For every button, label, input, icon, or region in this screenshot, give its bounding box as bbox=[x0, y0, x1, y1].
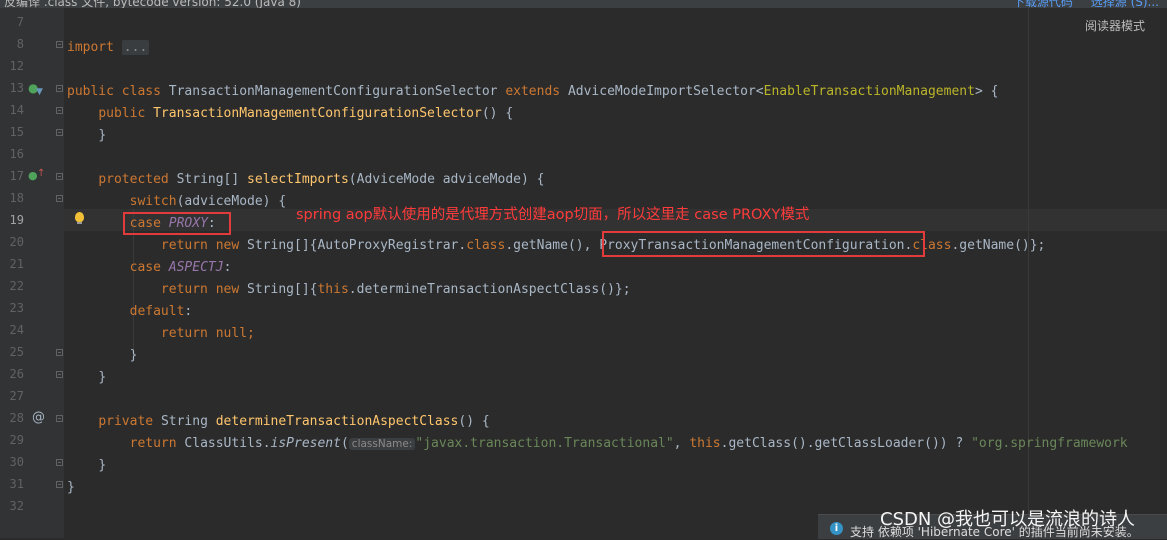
line-number: 8 bbox=[16, 37, 24, 51]
code-line-31: } bbox=[67, 480, 75, 495]
fold-marker[interactable] bbox=[56, 85, 63, 92]
highlight-box-proxy-config bbox=[602, 231, 925, 257]
code-line-25: } bbox=[129, 348, 138, 363]
line-number: 27 bbox=[9, 389, 24, 403]
reader-mode-toggle[interactable]: 阅读器模式 bbox=[1085, 17, 1145, 34]
line-number: 14 bbox=[9, 103, 24, 117]
line-number: 19 bbox=[9, 213, 24, 227]
annotation-at-icon[interactable]: @ bbox=[32, 407, 45, 429]
decompiled-note: 反编译 .class 文件, bytecode version: 52.0 (J… bbox=[4, 0, 301, 8]
annotation-text: spring aop默认使用的是代理方式创建aop切面，所以这里走 case P… bbox=[296, 207, 810, 223]
csdn-watermark: CSDN @我也可以是流浪的诗人 bbox=[880, 509, 1136, 530]
line-number: 23 bbox=[9, 301, 24, 315]
banner-links: 下载源代码 选择源 (S)... bbox=[999, 0, 1159, 8]
line-number: 24 bbox=[9, 323, 24, 337]
code-line-28: private String determineTransactionAspec… bbox=[98, 414, 490, 429]
fold-marker[interactable] bbox=[56, 41, 63, 48]
line-number: 22 bbox=[9, 279, 24, 293]
line-number: 32 bbox=[9, 499, 24, 513]
line-number: 25 bbox=[9, 345, 24, 359]
line-number: 18 bbox=[9, 191, 24, 205]
code-line-30: } bbox=[98, 458, 107, 473]
code-line-8: import ... bbox=[67, 40, 150, 55]
code-line-17: protected String[] selectImports(AdviceM… bbox=[98, 172, 545, 187]
line-number: 28 bbox=[9, 411, 24, 425]
code-line-24: return null; bbox=[160, 326, 255, 341]
line-number: 13 bbox=[9, 81, 24, 95]
line-number: 16 bbox=[9, 147, 24, 161]
fold-marker[interactable] bbox=[56, 107, 63, 114]
line-number: 15 bbox=[9, 125, 24, 139]
line-number: 17 bbox=[9, 169, 24, 183]
decompiled-banner: 反编译 .class 文件, bytecode version: 52.0 (J… bbox=[0, 0, 1167, 8]
parameter-hint: className: bbox=[348, 438, 416, 450]
code-line-21: case ASPECTJ: bbox=[129, 260, 232, 275]
line-number: 29 bbox=[9, 433, 24, 447]
download-source-link[interactable]: 下载源代码 bbox=[1013, 0, 1073, 8]
line-number: 26 bbox=[9, 367, 24, 381]
fold-marker[interactable] bbox=[56, 415, 63, 422]
code-line-22: return new String[]{this.determineTransa… bbox=[160, 282, 631, 297]
highlight-box-case-proxy bbox=[123, 212, 231, 235]
folded-imports[interactable]: ... bbox=[121, 40, 150, 55]
right-margin-guide bbox=[1028, 8, 1029, 538]
line-number: 21 bbox=[9, 257, 24, 271]
override-up-arrow-icon[interactable]: ↑ bbox=[37, 163, 45, 185]
line-number: 30 bbox=[9, 455, 24, 469]
line-number: 31 bbox=[9, 477, 24, 491]
code-line-26: } bbox=[98, 370, 107, 385]
fold-marker[interactable] bbox=[56, 371, 63, 378]
code-line-18: switch(adviceMode) { bbox=[129, 194, 287, 209]
code-line-13: public class TransactionManagementConfig… bbox=[67, 84, 999, 99]
line-number: 7 bbox=[16, 15, 24, 29]
fold-marker[interactable] bbox=[56, 459, 63, 466]
code-line-15: } bbox=[98, 128, 107, 143]
code-line-23: default: bbox=[129, 304, 193, 319]
fold-marker[interactable] bbox=[56, 195, 63, 202]
fold-marker[interactable] bbox=[56, 481, 63, 488]
choose-source-link[interactable]: 选择源 (S)... bbox=[1091, 0, 1159, 8]
line-number: 20 bbox=[9, 235, 24, 249]
fold-marker[interactable] bbox=[56, 129, 63, 136]
info-icon: i bbox=[830, 522, 843, 535]
code-line-29: return ClassUtils.isPresent(className: "j… bbox=[129, 436, 1128, 451]
code-line-14: public TransactionManagementConfiguratio… bbox=[98, 106, 514, 121]
fold-marker[interactable] bbox=[56, 349, 63, 356]
fold-marker[interactable] bbox=[56, 173, 63, 180]
line-number: 12 bbox=[9, 59, 24, 73]
override-arrow-icon[interactable]: ▼ bbox=[36, 81, 43, 103]
